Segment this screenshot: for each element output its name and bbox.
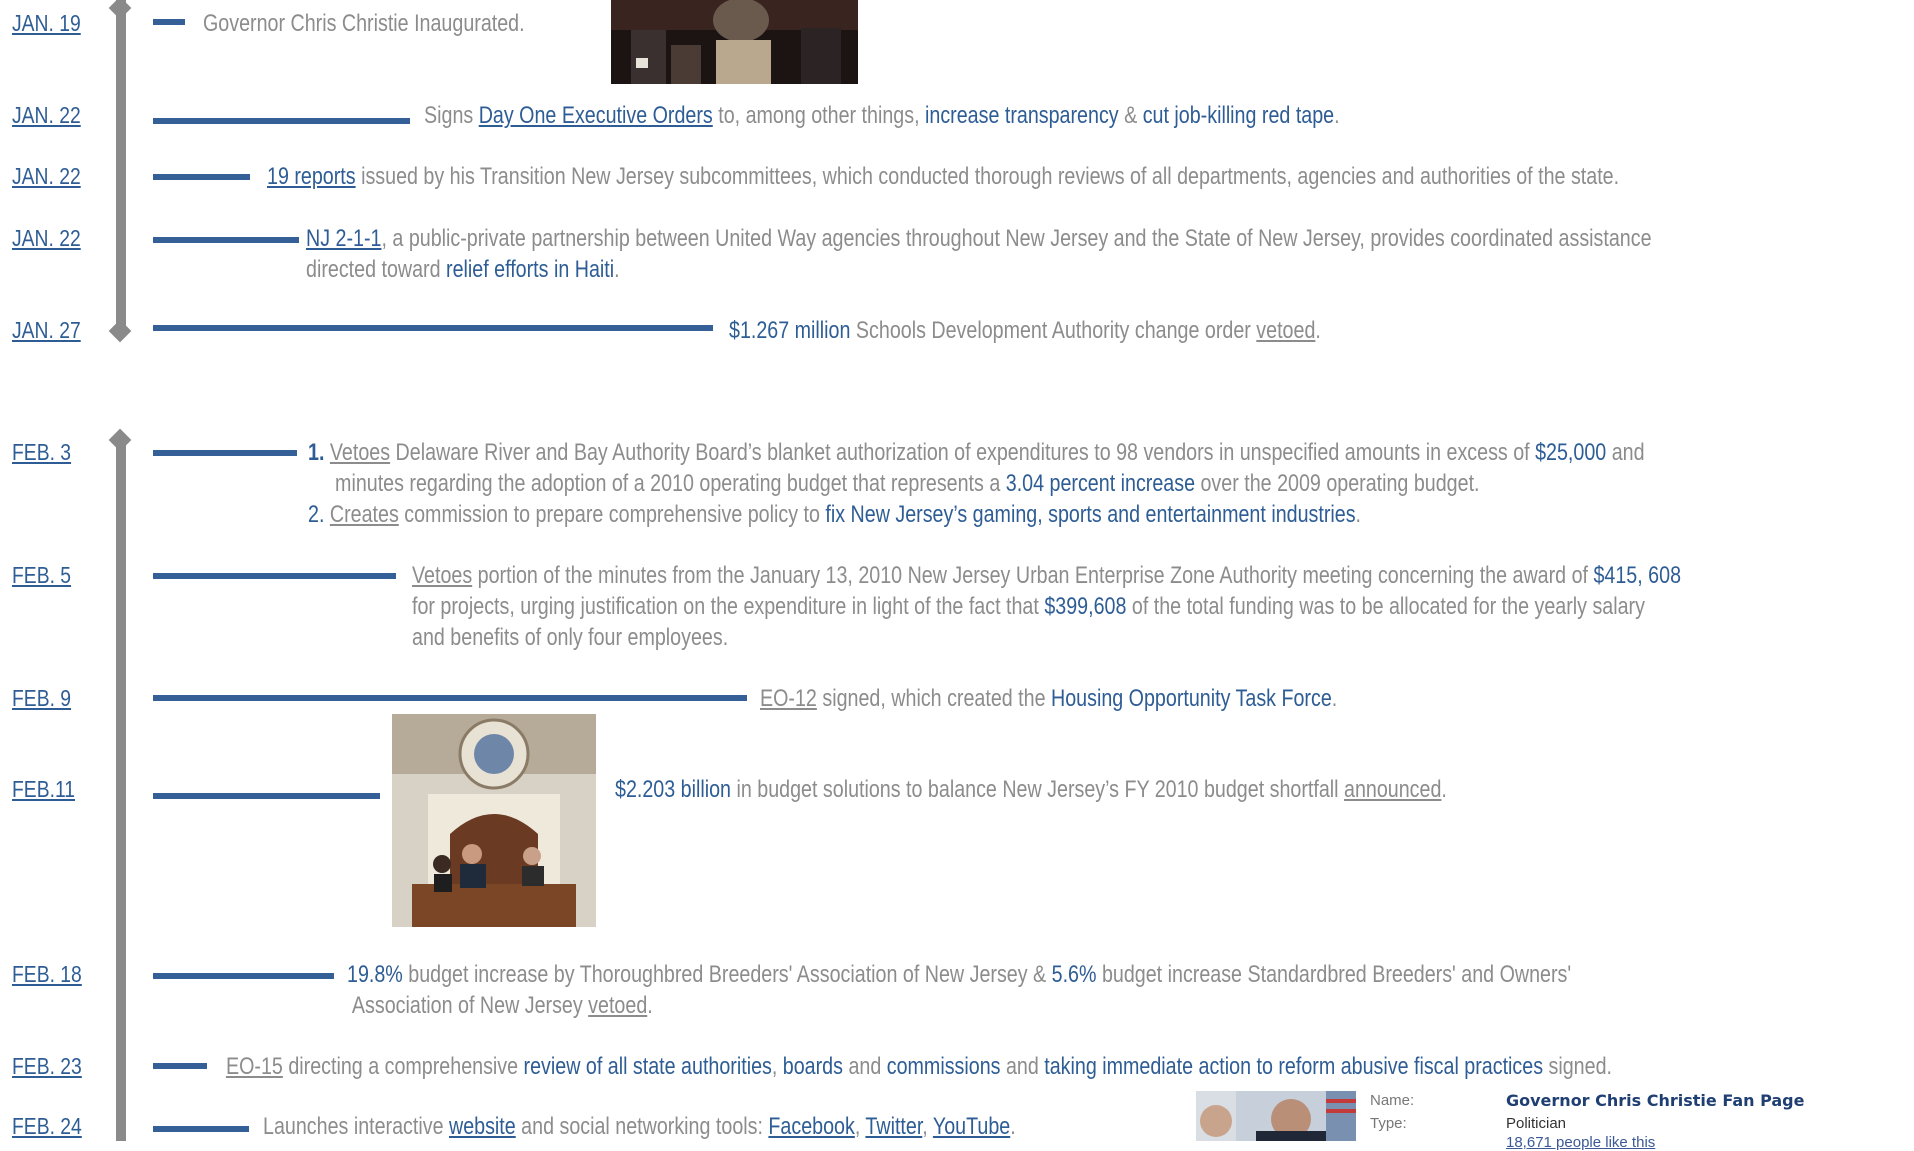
- twitter-link[interactable]: Twitter: [865, 1113, 922, 1140]
- event-text: $1.267 million Schools Development Autho…: [729, 317, 1321, 344]
- event-text: Vetoes portion of the minutes from the J…: [412, 562, 1682, 651]
- event-text: NJ 2-1-1, a public-private partnership b…: [306, 225, 1652, 283]
- timeline-bar: [153, 793, 380, 799]
- timeline-bar: [153, 237, 299, 243]
- vetoes-link[interactable]: Vetoes: [412, 562, 472, 589]
- timeline-bar: [153, 1126, 249, 1132]
- vetoed-link[interactable]: vetoed: [588, 992, 647, 1019]
- day-one-executive-orders-link[interactable]: Day One Executive Orders: [479, 102, 713, 129]
- fan-page-type: Politician: [1506, 1115, 1567, 1132]
- fan-page-thumbnail: [1196, 1091, 1356, 1141]
- fan-page-type-label: Type:: [1370, 1115, 1407, 1132]
- date-link[interactable]: FEB. 9: [12, 685, 71, 712]
- event-text: Launches interactive website and social …: [263, 1113, 1016, 1140]
- timeline-bar: [153, 450, 297, 456]
- event-text: EO-15 directing a comprehensive review o…: [226, 1053, 1612, 1080]
- event-text: 1. Vetoes Delaware River and Bay Authori…: [308, 439, 1645, 528]
- date-link[interactable]: FEB. 3: [12, 439, 71, 466]
- timeline-bar: [153, 1063, 207, 1069]
- date-link[interactable]: JAN. 19: [12, 10, 81, 37]
- date-link[interactable]: JAN. 22: [12, 163, 81, 190]
- eo-15-link[interactable]: EO-15: [226, 1053, 283, 1080]
- timeline-bar: [153, 118, 410, 124]
- creates-link[interactable]: Creates: [330, 501, 399, 528]
- date-link[interactable]: FEB. 5: [12, 562, 71, 589]
- fan-page-name[interactable]: Governor Chris Christie Fan Page: [1506, 1091, 1804, 1110]
- date-link[interactable]: FEB. 24: [12, 1113, 82, 1140]
- date-link[interactable]: FEB. 18: [12, 961, 82, 988]
- event-text: Signs Day One Executive Orders to, among…: [424, 102, 1340, 129]
- date-link[interactable]: JAN. 27: [12, 317, 81, 344]
- timeline-start-marker: [108, 428, 132, 452]
- event-text: 19 reports issued by his Transition New …: [267, 163, 1620, 190]
- website-link[interactable]: website: [449, 1113, 516, 1140]
- vetoes-link[interactable]: Vetoes: [330, 439, 390, 466]
- timeline-bar: [153, 19, 185, 25]
- timeline-page: JAN. 19 Governor Chris Christie Inaugura…: [0, 0, 1914, 1151]
- date-link[interactable]: JAN. 22: [12, 225, 81, 252]
- timeline-bar: [153, 174, 250, 180]
- announced-link[interactable]: announced: [1344, 776, 1441, 803]
- date-link[interactable]: FEB. 23: [12, 1053, 82, 1080]
- event-text: $2.203 billion in budget solutions to ba…: [615, 776, 1447, 803]
- vetoed-link[interactable]: vetoed: [1256, 317, 1315, 344]
- fan-page-name-label: Name:: [1370, 1092, 1415, 1109]
- timeline-line-february: [116, 440, 126, 1141]
- fan-page-likes[interactable]: 18,671 people like this: [1506, 1134, 1655, 1151]
- timeline-bar: [153, 973, 334, 979]
- nj-211-link[interactable]: NJ 2-1-1: [306, 225, 381, 252]
- date-link[interactable]: FEB.11: [12, 776, 75, 803]
- budget-address-photo: [392, 714, 596, 927]
- inauguration-photo: [611, 0, 858, 84]
- timeline-bar: [153, 573, 396, 579]
- transition-reports-link[interactable]: 19 reports: [267, 163, 356, 190]
- timeline-start-marker: [108, 0, 132, 20]
- date-link[interactable]: JAN. 22: [12, 102, 81, 129]
- youtube-link[interactable]: YouTube: [933, 1113, 1010, 1140]
- timeline-line-january: [116, 0, 126, 332]
- event-text: Governor Chris Christie Inaugurated.: [203, 10, 525, 37]
- facebook-link[interactable]: Facebook: [768, 1113, 854, 1140]
- event-text: 19.8% budget increase by Thoroughbred Br…: [347, 961, 1572, 1019]
- timeline-bar: [153, 325, 713, 331]
- timeline-end-marker: [108, 319, 132, 343]
- eo-12-link[interactable]: EO-12: [760, 685, 817, 712]
- event-text: EO-12 signed, which created the Housing …: [760, 685, 1338, 712]
- timeline-bar: [153, 695, 747, 701]
